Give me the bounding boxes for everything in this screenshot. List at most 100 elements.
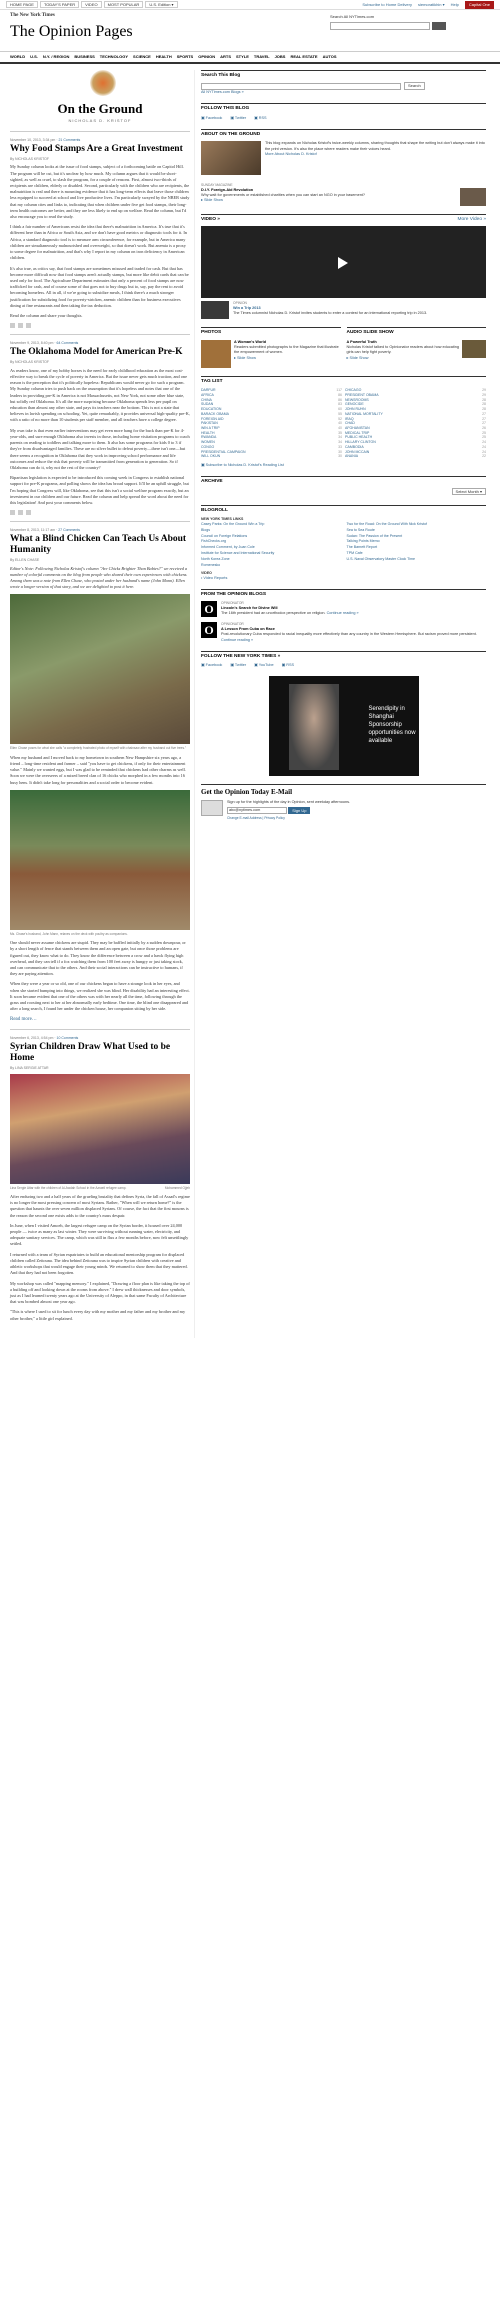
video-thumbnail[interactable] — [201, 301, 229, 320]
follow-times-heading[interactable]: FOLLOW THE NEW YORK TIMES » — [201, 650, 486, 660]
tag-link[interactable]: WILL OKUN — [201, 454, 319, 459]
about-more-link[interactable]: More About Nicholas D. Kristof — [265, 152, 486, 157]
blogroll-link[interactable]: FishChecks.org — [201, 539, 341, 544]
blog-search-input[interactable] — [201, 82, 401, 90]
user-menu[interactable]: siemoratikhin ▾ — [418, 2, 445, 7]
todays-paper-button[interactable]: TODAY'S PAPER — [39, 1, 80, 8]
email-icon[interactable] — [26, 510, 31, 516]
blog-post: November 8, 2013, 11:17 am · 27 Comments… — [10, 528, 190, 1031]
nyt-logo[interactable]: The New York Times — [10, 13, 55, 20]
continue-reading-link[interactable]: Continue reading » — [327, 611, 359, 615]
post-title[interactable]: What a Blind Chicken Can Teach Us About … — [10, 534, 190, 556]
twitter-icon[interactable] — [18, 510, 23, 516]
twitter-link[interactable]: ▣ Twitter — [230, 663, 246, 668]
nav-realestate[interactable]: REAL ESTATE — [290, 54, 317, 59]
post-title[interactable]: Syrian Children Draw What Used to be Hom… — [10, 1042, 190, 1064]
nav-science[interactable]: SCIENCE — [133, 54, 151, 59]
blogroll-link[interactable]: Institute for Science and International … — [201, 551, 341, 556]
nav-autos[interactable]: AUTOS — [323, 54, 337, 59]
blogs-scope-link[interactable]: All NYTimes.com Blogs » — [201, 90, 486, 95]
help-link[interactable]: Help — [451, 2, 459, 7]
nav-arts[interactable]: ARTS — [220, 54, 231, 59]
blogroll-link[interactable]: Sea to Sea Route — [347, 528, 487, 533]
more-video-link[interactable]: More Video » — [458, 217, 486, 223]
most-popular-button[interactable]: MOST POPULAR — [103, 1, 144, 8]
blogroll-link[interactable]: Sudan: The Passion of the Present — [347, 534, 487, 539]
continue-reading-link[interactable]: Continue reading » — [221, 638, 253, 642]
capital-one-ad[interactable]: Capital One — [464, 0, 494, 9]
slide-show-link[interactable]: ▸ Slide Show — [201, 198, 456, 203]
twitter-icon[interactable] — [18, 323, 23, 329]
video-button[interactable]: VIDEO — [81, 1, 102, 8]
slide-show-link[interactable]: ▸ Slide Show — [347, 356, 460, 361]
post-date: November 10, 2013, 3:34 pm — [10, 137, 56, 142]
nav-nyregion[interactable]: N.Y. / REGION — [43, 54, 69, 59]
blogroll-link[interactable]: Council on Foreign Relations — [201, 534, 341, 539]
search-button[interactable] — [432, 22, 446, 30]
email-icon[interactable] — [26, 323, 31, 329]
subscribe-link[interactable]: Subscribe to Home Delivery — [362, 2, 412, 7]
nav-travel[interactable]: TRAVEL — [254, 54, 270, 59]
nav-jobs[interactable]: JOBS — [275, 54, 286, 59]
blogroll-link[interactable]: Romenesko — [201, 563, 341, 568]
post-title[interactable]: The Oklahoma Model for American Pre-K — [10, 347, 190, 358]
blogroll-link[interactable]: Informed Comment, by Juan Cole — [201, 545, 341, 550]
nav-technology[interactable]: TECHNOLOGY — [100, 54, 128, 59]
subscribe-reading-list-link[interactable]: ▣ Subscribe to Nicholas D. Kristof's Rea… — [201, 463, 486, 468]
nav-us[interactable]: U.S. — [30, 54, 38, 59]
blogroll-link[interactable]: TPM Cafe — [347, 551, 487, 556]
facebook-icon[interactable] — [10, 323, 15, 329]
post-comments-link[interactable]: 10 Comments — [57, 1036, 79, 1040]
blogroll-link[interactable]: Blogs — [201, 528, 341, 533]
home-page-button[interactable]: HOME PAGE — [6, 1, 38, 8]
email-icon — [201, 799, 223, 816]
rss-link[interactable]: ▣ RSS — [254, 116, 266, 121]
nav-business[interactable]: BUSINESS — [74, 54, 94, 59]
post-paragraph: Bipartisan legislation is expected to be… — [10, 475, 189, 506]
sign-up-button[interactable]: Sign Up — [288, 807, 311, 815]
blogroll-link[interactable]: Talking Points Memo — [347, 539, 487, 544]
nav-world[interactable]: WORLD — [10, 54, 25, 59]
nav-style[interactable]: STYLE — [236, 54, 249, 59]
video-heading[interactable]: VIDEO » — [201, 217, 220, 223]
blogroll-link[interactable]: North Korea Zone — [201, 557, 341, 562]
post-paragraph: After enduring two and a half years of t… — [10, 1193, 190, 1218]
blogroll-link[interactable]: Two for the Road: On the Ground With Nic… — [347, 522, 487, 527]
facebook-icon[interactable] — [10, 510, 15, 516]
archive-month-select[interactable]: Select Month ▾ — [451, 487, 486, 495]
play-icon[interactable] — [337, 257, 350, 270]
rss-link[interactable]: ▣ RSS — [282, 663, 294, 668]
tag-link[interactable]: ANANIA — [345, 454, 463, 459]
post-title[interactable]: Why Food Stamps Are a Great Investment — [10, 144, 190, 155]
main-column: On the Ground NICHOLAS D. KRISTOF Novemb… — [10, 70, 195, 1338]
nav-health[interactable]: HEALTH — [156, 54, 172, 59]
facebook-link[interactable]: ▣ Facebook — [201, 663, 222, 668]
twitter-link[interactable]: ▣ Twitter — [230, 116, 246, 121]
post-comments-link[interactable]: 27 Comments — [58, 528, 80, 532]
post-byline: By NICHOLAS KRISTOF — [10, 156, 50, 161]
photos-thumbnail[interactable] — [201, 339, 231, 368]
read-more-link[interactable]: Read more… — [10, 1017, 37, 1022]
blog-search-button[interactable]: Search — [404, 82, 425, 90]
shanghai-ad[interactable]: Serendipity in Shanghai Sponsorship oppo… — [268, 676, 419, 777]
search-input[interactable] — [330, 22, 430, 30]
blog-title[interactable]: On the Ground — [10, 100, 190, 118]
blogroll-link[interactable]: Casey Parks: On the Ground Win a Trip — [201, 522, 341, 527]
facebook-link[interactable]: ▣ Facebook — [201, 116, 222, 121]
video-player[interactable] — [201, 226, 486, 299]
video-reports-link[interactable]: • Video Reports — [201, 576, 486, 581]
nav-sports[interactable]: SPORTS — [177, 54, 193, 59]
page-title[interactable]: The Opinion Pages — [10, 21, 133, 43]
blogroll-link[interactable]: U.S. Naval Observatory Master Clock Time — [347, 557, 487, 562]
audio-thumbnail[interactable] — [462, 339, 486, 358]
email-field[interactable]: abc@nytimes.com — [227, 807, 287, 815]
edition-dropdown[interactable]: U.S. Edition ▾ — [145, 1, 178, 8]
post-comments-link[interactable]: 64 Comments — [57, 341, 79, 345]
blogroll-link[interactable]: The Barnett Report — [347, 545, 487, 550]
blogroll-box: BLOGROLL NEW YORK TIMES LINKS Casey Park… — [201, 504, 487, 581]
slide-show-link[interactable]: ▸ Slide Show — [234, 356, 341, 361]
email-links[interactable]: Change E-mail Address | Privacy Policy — [227, 816, 350, 821]
post-comments-link[interactable]: 21 Comments — [58, 138, 80, 142]
youtube-link[interactable]: ▣ YouTube — [254, 663, 274, 668]
nav-opinion[interactable]: OPINION — [198, 54, 215, 59]
